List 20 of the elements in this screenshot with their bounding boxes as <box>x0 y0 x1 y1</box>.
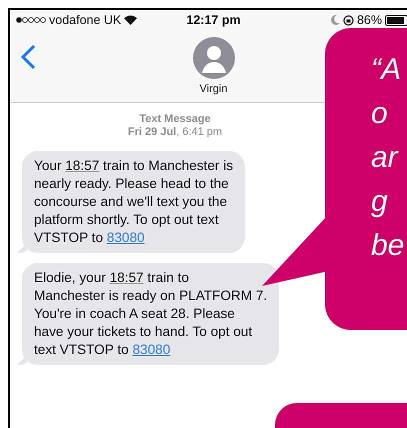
phone-number-link[interactable]: 83080 <box>106 230 145 245</box>
message-date: Fri 29 Jul, 6:41 pm <box>128 126 222 139</box>
callout-text: “A <box>371 53 401 86</box>
callout-text: g <box>371 185 388 218</box>
moon-icon <box>330 15 340 25</box>
contact-name: Virgin <box>200 83 228 95</box>
wifi-icon <box>124 15 138 25</box>
rotation-lock-icon <box>342 14 354 26</box>
message-service-label: Text Message <box>139 113 211 126</box>
callout-text: be <box>371 229 404 262</box>
clock-time: 12:17 pm <box>186 13 241 27</box>
phone-number-link[interactable]: 83080 <box>132 342 170 357</box>
avatar-icon <box>192 37 234 79</box>
callout-text: o <box>371 97 388 130</box>
callout-text: ar <box>371 141 398 174</box>
battery-icon <box>385 14 407 26</box>
battery-percent: 86% <box>356 13 382 27</box>
carrier-name: vodafone UK <box>49 13 122 27</box>
back-button[interactable] <box>20 44 38 70</box>
signal-icon <box>16 17 46 23</box>
